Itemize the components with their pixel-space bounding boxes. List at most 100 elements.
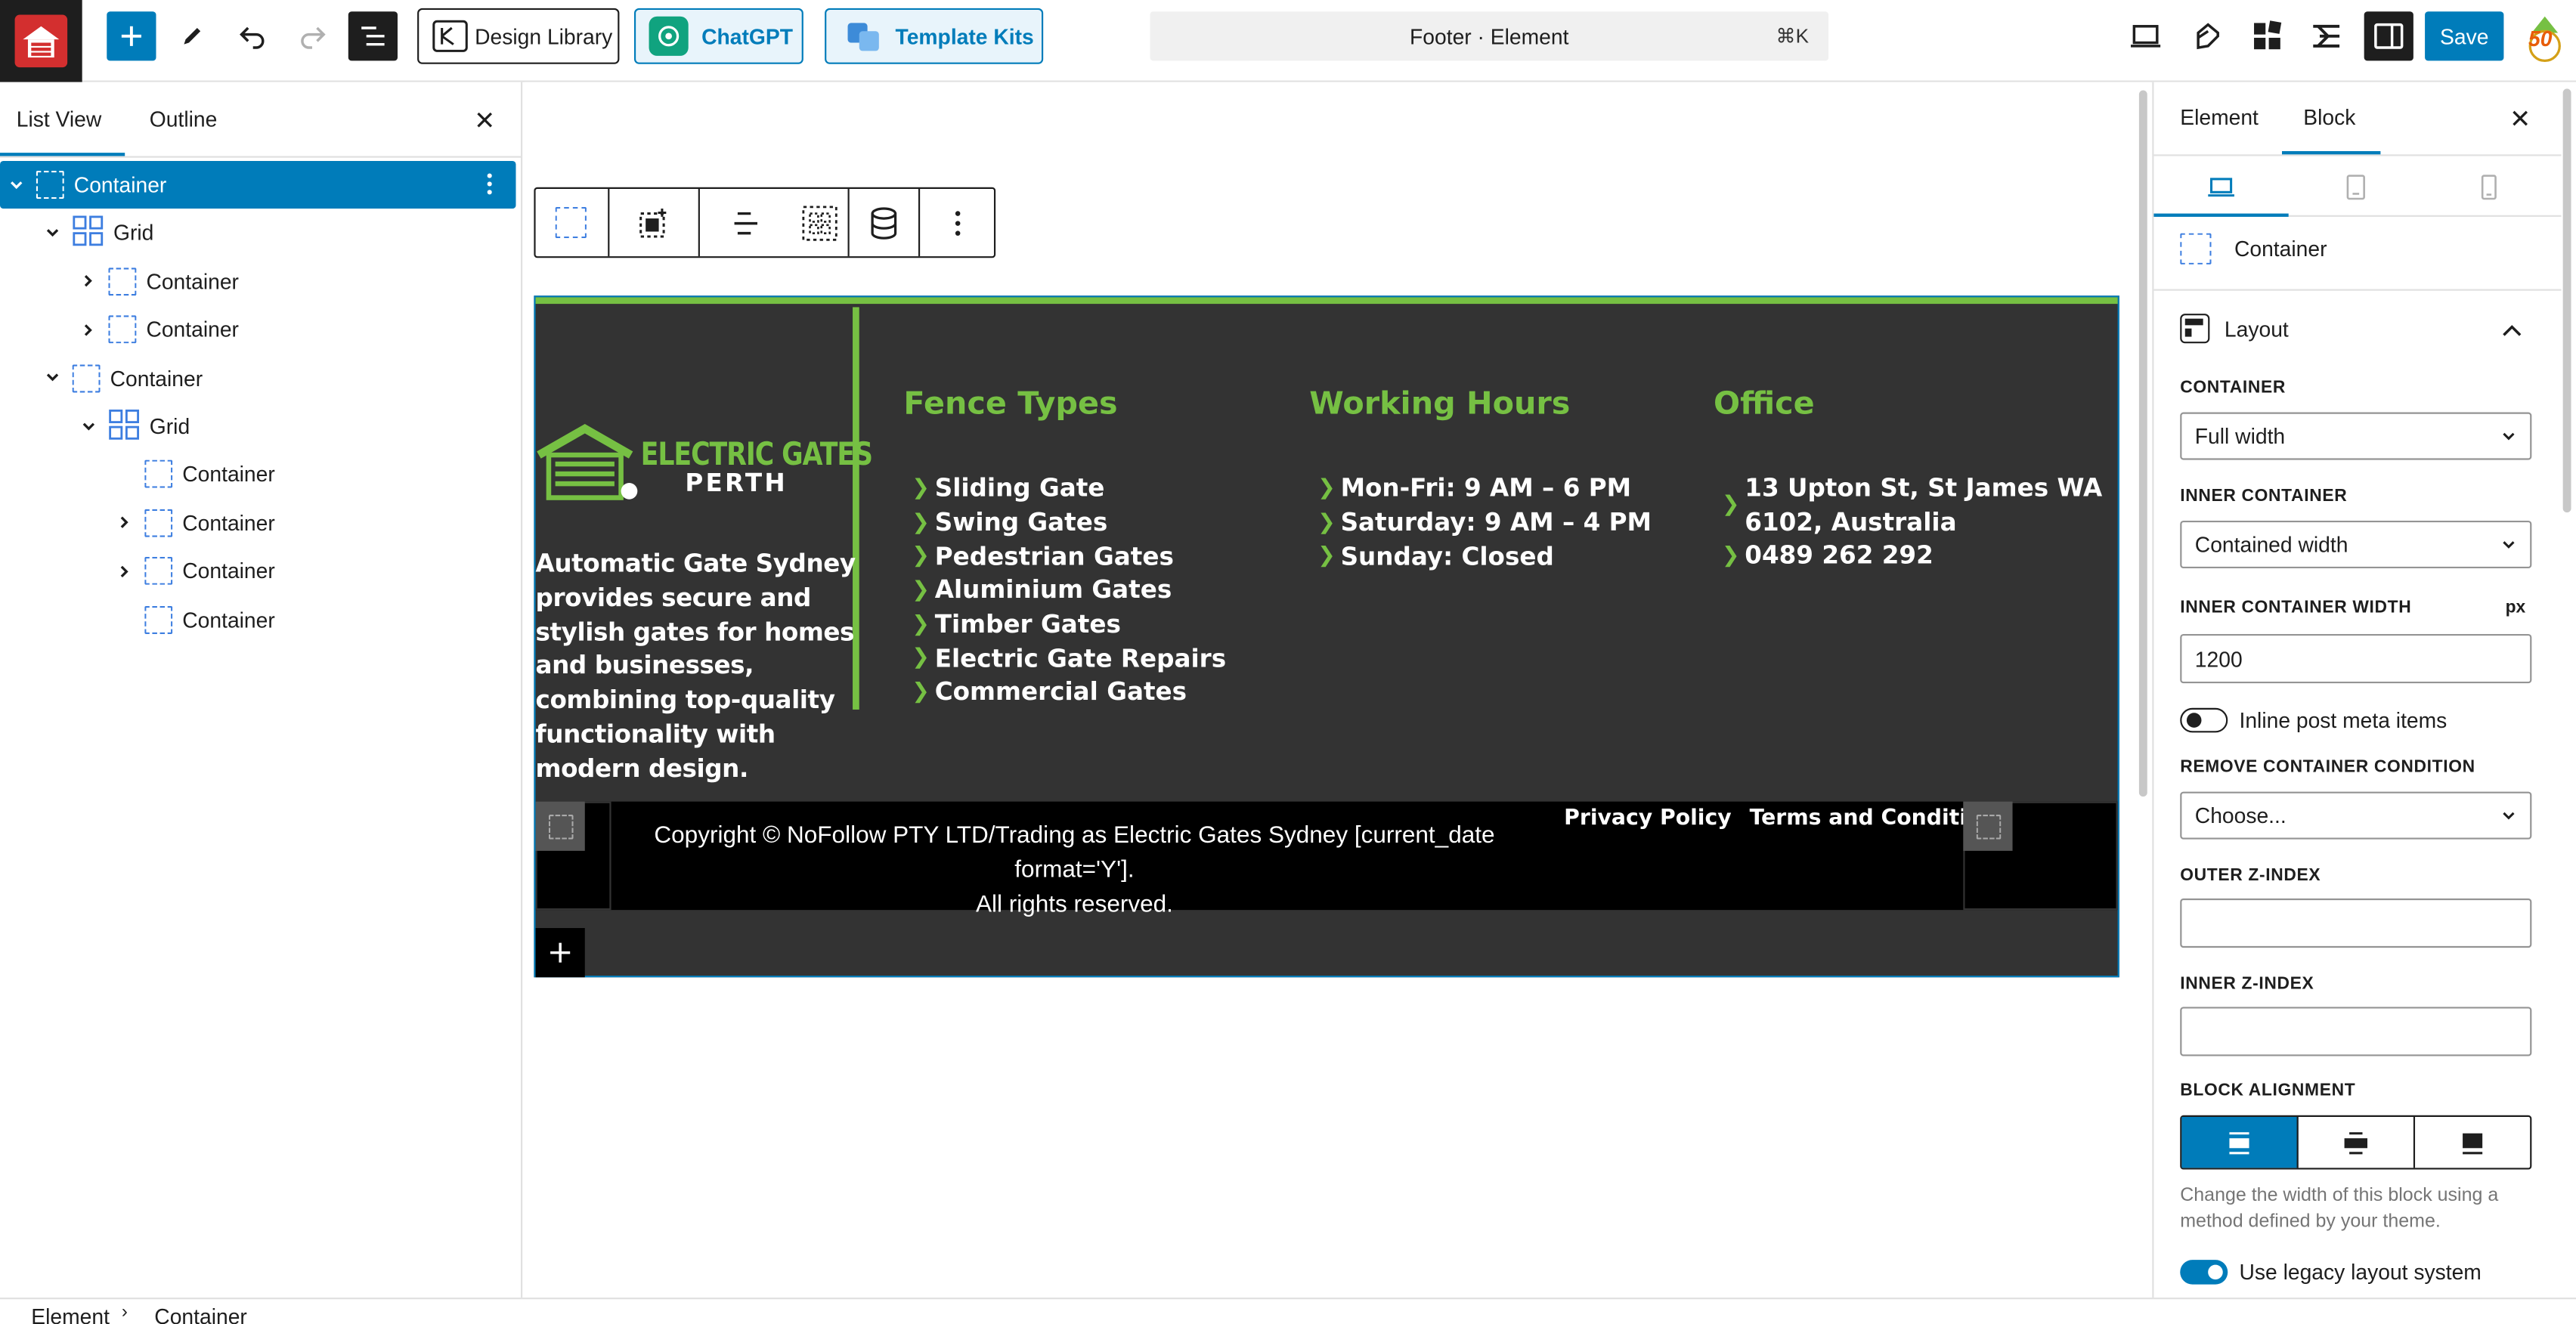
- list-item[interactable]: ❯ Commercial Gates: [912, 676, 1226, 710]
- more-vertical-icon[interactable]: [486, 172, 493, 200]
- tab-element[interactable]: Element: [2180, 105, 2259, 130]
- settings-sidebar-button[interactable]: [2364, 11, 2413, 61]
- kadence-button[interactable]: [2303, 11, 2349, 60]
- align-button[interactable]: [701, 189, 792, 256]
- list-view-row[interactable]: Container: [0, 499, 516, 546]
- office-address-item: ❯ 13 Upton St, St James WA 6102, Austral…: [1722, 472, 2116, 539]
- chevron-right-icon[interactable]: [79, 271, 98, 291]
- chevron-down-icon[interactable]: [43, 368, 63, 388]
- list-item[interactable]: ❯ Timber Gates: [912, 608, 1226, 642]
- add-block-button[interactable]: [107, 11, 156, 61]
- chevron-right-icon[interactable]: [79, 320, 98, 339]
- chevron-down-icon[interactable]: [79, 416, 98, 436]
- close-list-view-button[interactable]: [470, 105, 500, 135]
- breadcrumb-element[interactable]: Element: [31, 1304, 110, 1324]
- logo-line-1: ELECTRIC GATES: [640, 435, 873, 473]
- template-kits-button[interactable]: Template Kits: [825, 8, 1044, 64]
- styles-button[interactable]: [2185, 11, 2231, 60]
- preview-button[interactable]: [2122, 11, 2169, 60]
- footer-logo[interactable]: ELECTRIC GATES PERTH: [536, 422, 873, 505]
- list-item[interactable]: ❯ Aluminium Gates: [912, 574, 1226, 608]
- blocks-button[interactable]: [2244, 11, 2290, 60]
- block-options-button[interactable]: [921, 189, 994, 256]
- document-overview-button[interactable]: [348, 11, 398, 61]
- list-item[interactable]: ❯ Swing Gates: [912, 506, 1226, 540]
- container-icon: [108, 315, 137, 344]
- breadcrumb-container[interactable]: Container: [154, 1304, 247, 1324]
- privacy-policy-link[interactable]: Privacy Policy: [1564, 806, 1731, 831]
- list-view-row[interactable]: Container: [0, 547, 516, 595]
- tools-button[interactable]: [169, 11, 215, 60]
- select-parent-button[interactable]: [609, 188, 701, 257]
- list-view-row[interactable]: Container: [0, 306, 516, 354]
- align-full-icon: [2463, 1132, 2483, 1154]
- tab-outline[interactable]: Outline: [150, 107, 218, 131]
- command-palette[interactable]: Footer · Element ⌘K: [1150, 11, 1829, 61]
- align-wide-icon: [2344, 1131, 2368, 1154]
- chevron-right-icon[interactable]: [115, 513, 135, 533]
- tab-block[interactable]: Block: [2303, 105, 2355, 130]
- inner-z-index-input[interactable]: [2180, 1007, 2532, 1056]
- list-view-row[interactable]: Grid: [0, 403, 516, 450]
- list-item[interactable]: ❯ Pedestrian Gates: [912, 540, 1226, 574]
- chevron-right-icon[interactable]: [115, 561, 135, 581]
- container-select[interactable]: Full width: [2180, 412, 2532, 460]
- plugin-badge-icon[interactable]: 50: [2523, 10, 2566, 63]
- chevron-down-icon[interactable]: [7, 175, 26, 194]
- list-view-row[interactable]: Container: [0, 595, 516, 643]
- chevron-down-icon[interactable]: [43, 223, 63, 243]
- mobile-device-button[interactable]: [2472, 171, 2505, 203]
- list-item[interactable]: ❯ Sunday: Closed: [1317, 540, 1652, 574]
- layout-section-title: Layout: [2224, 317, 2289, 342]
- grid-layout-button[interactable]: [791, 189, 847, 256]
- chevron-down-icon: [2503, 812, 2515, 820]
- align-wide-button[interactable]: [2299, 1116, 2416, 1168]
- block-alignment-help: Change the width of this block using a m…: [2180, 1186, 2499, 1233]
- layout-icon: [2180, 314, 2210, 344]
- footer-bottom-bar[interactable]: Copyright © NoFollow PTY LTD/Trading as …: [535, 801, 2118, 918]
- legacy-layout-toggle[interactable]: [2180, 1260, 2228, 1285]
- chevron-down-icon: [2503, 541, 2515, 549]
- list-view-row[interactable]: Container: [0, 161, 516, 209]
- list-item[interactable]: ❯ Sliding Gate: [912, 472, 1226, 506]
- remove-condition-select[interactable]: Choose...: [2180, 791, 2532, 840]
- list-item[interactable]: ❯ Electric Gate Repairs: [912, 642, 1226, 676]
- close-icon: [2513, 110, 2528, 126]
- chatgpt-button[interactable]: ChatGPT: [633, 8, 803, 64]
- close-settings-button[interactable]: [2506, 104, 2535, 133]
- list-view-panel: List View Outline Container Grid Container…: [0, 82, 523, 1298]
- dynamic-data-button[interactable]: [847, 188, 921, 257]
- inner-width-unit[interactable]: px: [2506, 598, 2526, 617]
- tablet-device-button[interactable]: [2339, 171, 2372, 203]
- list-view-row[interactable]: Container: [0, 354, 516, 402]
- block-type-button[interactable]: [536, 188, 609, 257]
- site-logo[interactable]: [0, 0, 82, 82]
- list-item[interactable]: ❯ Saturday: 9 AM – 4 PM: [1317, 506, 1652, 540]
- undo-button[interactable]: [230, 11, 276, 60]
- pencil-icon: [184, 27, 201, 45]
- inline-meta-toggle[interactable]: [2180, 707, 2228, 733]
- list-item[interactable]: ❯ Mon-Fri: 9 AM – 6 PM: [1317, 472, 1652, 506]
- tab-list-view[interactable]: List View: [17, 107, 102, 131]
- footer-container-block[interactable]: ELECTRIC GATES PERTH Automatic Gate Sydn…: [534, 295, 2119, 978]
- align-full-button[interactable]: [2415, 1117, 2530, 1168]
- redo-button[interactable]: [289, 11, 336, 60]
- inner-container-select[interactable]: Contained width: [2180, 520, 2532, 569]
- list-view-row[interactable]: Container: [0, 258, 516, 305]
- logo-line-2: PERTH: [685, 468, 788, 498]
- save-button[interactable]: Save: [2425, 11, 2504, 61]
- align-none-button[interactable]: [2181, 1116, 2299, 1168]
- settings-scrollbar-thumb[interactable]: [2562, 88, 2571, 513]
- list-item-label: Commercial Gates: [934, 677, 1187, 707]
- design-library-button[interactable]: Design Library: [417, 8, 620, 64]
- layout-panel-header[interactable]: Layout: [2153, 289, 2562, 368]
- list-view-row[interactable]: Container: [0, 450, 516, 498]
- outer-z-index-input[interactable]: [2180, 898, 2532, 948]
- container-placeholder-icon: [535, 801, 585, 851]
- canvas-scrollbar-thumb[interactable]: [2138, 90, 2147, 797]
- add-block-inline-button[interactable]: [535, 928, 585, 978]
- plus-icon: [121, 26, 141, 46]
- desktop-device-button[interactable]: [2205, 171, 2237, 203]
- list-view-row[interactable]: Grid: [0, 209, 516, 257]
- inner-width-input[interactable]: 1200: [2180, 633, 2532, 684]
